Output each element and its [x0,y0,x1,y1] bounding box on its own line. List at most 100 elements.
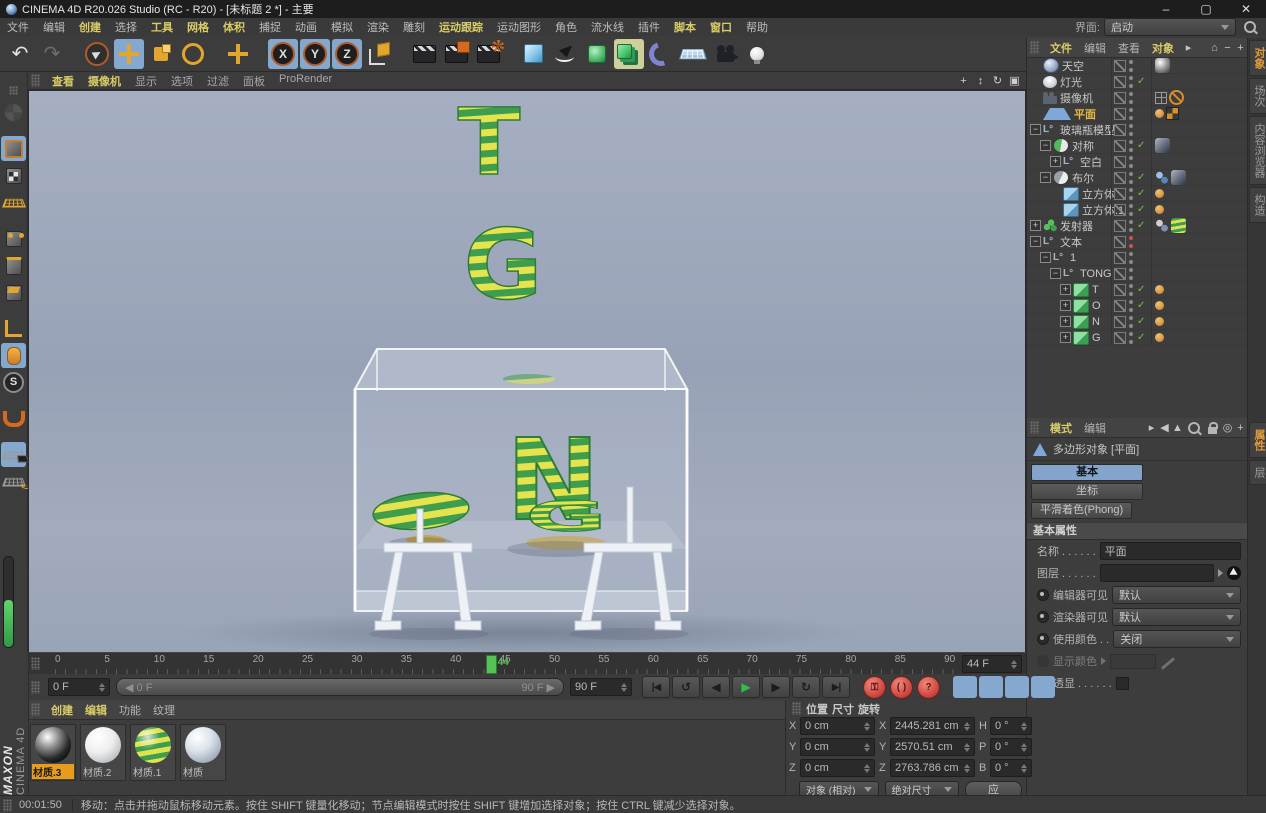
tweak-mode-button[interactable] [1,343,26,368]
new-panel-icon[interactable]: + [1234,422,1247,434]
layer-toggle[interactable] [1114,188,1126,200]
object-label[interactable]: 1 [1070,252,1076,264]
attribute-tab[interactable]: 坐标 [1031,483,1143,500]
toggle-panel-icon[interactable]: ▣ [1007,74,1022,87]
size-field[interactable]: 2763.786 cm [890,759,975,777]
menu-item[interactable]: 体积 [216,19,252,35]
object-label[interactable]: 摄像机 [1060,90,1093,106]
render-picture-viewer-button[interactable] [441,39,471,69]
menu-item[interactable]: 模拟 [324,19,360,35]
visibility-dots[interactable] [1129,332,1134,344]
mat-tex-tag[interactable] [1155,138,1170,153]
expander-icon[interactable] [1040,252,1051,263]
layer-toggle[interactable] [1114,236,1126,248]
object-row[interactable]: 灯光 [1027,74,1249,90]
rotation-field[interactable]: 0 ° [990,759,1032,777]
blue-pair-tag[interactable] [1155,171,1169,184]
menu-item[interactable]: 窗口 [703,19,739,35]
play-loop-button[interactable]: ↻ [792,676,820,698]
panel-side-tab[interactable]: 场次 [1249,78,1266,114]
material-menu-item[interactable]: 编辑 [79,702,113,718]
mat-striped-tag[interactable] [1171,218,1186,233]
expander-icon[interactable] [1060,332,1071,343]
panel-grip[interactable] [792,702,801,715]
om-menu-item[interactable]: 文件 [1044,40,1078,56]
orange-dot-tag[interactable] [1155,189,1164,198]
checker-tag[interactable] [1166,107,1179,120]
layer-arrow-icon[interactable] [1218,569,1223,577]
panel-grip[interactable] [31,681,40,694]
menu-item[interactable]: 选择 [108,19,144,35]
edges-mode-button[interactable] [1,253,26,278]
previous-frame-button[interactable]: ◀ [702,676,730,698]
expander-icon[interactable] [1030,124,1041,135]
camera-button[interactable] [710,39,740,69]
attribute-tab[interactable]: 基本 [1031,464,1143,481]
material-label[interactable]: 材质 [182,764,224,779]
layer-toggle[interactable] [1114,316,1126,328]
panel-grip[interactable] [31,657,40,670]
object-row[interactable]: N [1027,314,1249,330]
panel-side-tab[interactable]: 对象 [1249,40,1266,76]
object-row[interactable]: G [1027,330,1249,346]
subdivision-surface-button[interactable] [582,39,612,69]
enabled-check[interactable] [1137,332,1147,343]
display-color-arrow-icon[interactable] [1101,657,1106,665]
visibility-dots[interactable] [1129,236,1134,248]
spinner-icon[interactable] [1017,764,1027,773]
enabled-check[interactable] [1137,140,1147,151]
next-frame-button[interactable]: ▶ [762,676,790,698]
enabled-check[interactable] [1137,204,1147,215]
viewport-menu-item[interactable]: 摄像机 [81,73,128,89]
make-editable-button[interactable] [1,100,26,125]
spline-pen-button[interactable] [550,39,580,69]
search-icon[interactable] [1244,21,1256,33]
lock-x-button[interactable] [268,39,298,69]
am-menu-item[interactable]: 编辑 [1078,420,1112,436]
key-parameter-toggle[interactable] [1031,676,1055,698]
home-icon[interactable]: ⌂ [1208,42,1221,54]
size-field[interactable]: 2445.281 cm [890,717,975,735]
object-row[interactable]: 对称 [1027,138,1249,154]
visibility-dots[interactable] [1129,172,1134,184]
last-tool-button[interactable] [223,39,253,69]
render-visible-select[interactable]: 默认 [1112,608,1241,626]
orange-dot-tag[interactable] [1155,109,1164,118]
object-row[interactable]: T [1027,282,1249,298]
visibility-dots[interactable] [1129,92,1134,104]
pan-camera-icon[interactable]: + [956,75,971,87]
lock-workplane-button[interactable] [1,442,26,467]
key-pla-toggle[interactable] [1057,676,1081,698]
viewport-menu-item[interactable]: 面板 [236,73,272,89]
menu-item[interactable]: 帮助 [739,19,775,35]
layer-toggle[interactable] [1114,124,1126,136]
rotate-camera-icon[interactable]: ↻ [990,74,1005,87]
object-row[interactable]: 文本 [1027,234,1249,250]
record-keyframe-button[interactable]: ⚿ [863,676,886,699]
redo-button[interactable] [37,39,67,69]
enabled-check[interactable] [1137,172,1147,183]
panel-side-tab[interactable]: 构造 [1249,187,1266,223]
scale-button[interactable] [146,39,176,69]
layer-toggle[interactable] [1114,332,1126,344]
layer-toggle[interactable] [1114,76,1126,88]
minimize-button[interactable]: – [1146,2,1186,16]
more-arrow-icon[interactable]: ▸ [1145,421,1158,434]
autokey-button[interactable]: ( ) [890,676,913,699]
xray-checkbox[interactable] [1116,677,1129,690]
lock-icon[interactable] [1208,427,1217,434]
range-start-field[interactable]: 0 F [48,678,110,696]
viewport-menu-item[interactable]: 选项 [164,73,200,89]
mat-gray-tag[interactable] [1155,58,1170,73]
menu-item[interactable]: 运动跟踪 [432,19,490,35]
expander-icon[interactable] [1050,268,1061,279]
menu-item[interactable]: 创建 [72,19,108,35]
viewport-menu-item[interactable]: 过滤 [200,73,236,89]
material-item[interactable]: 材质 [180,724,226,781]
object-row[interactable]: 发射器 [1027,218,1249,234]
visibility-dots[interactable] [1129,124,1134,136]
zoom-camera-icon[interactable]: ↕ [973,75,988,87]
enabled-check[interactable] [1137,284,1147,295]
spinner-icon[interactable] [1017,743,1027,752]
object-label[interactable]: 平面 [1074,106,1096,122]
